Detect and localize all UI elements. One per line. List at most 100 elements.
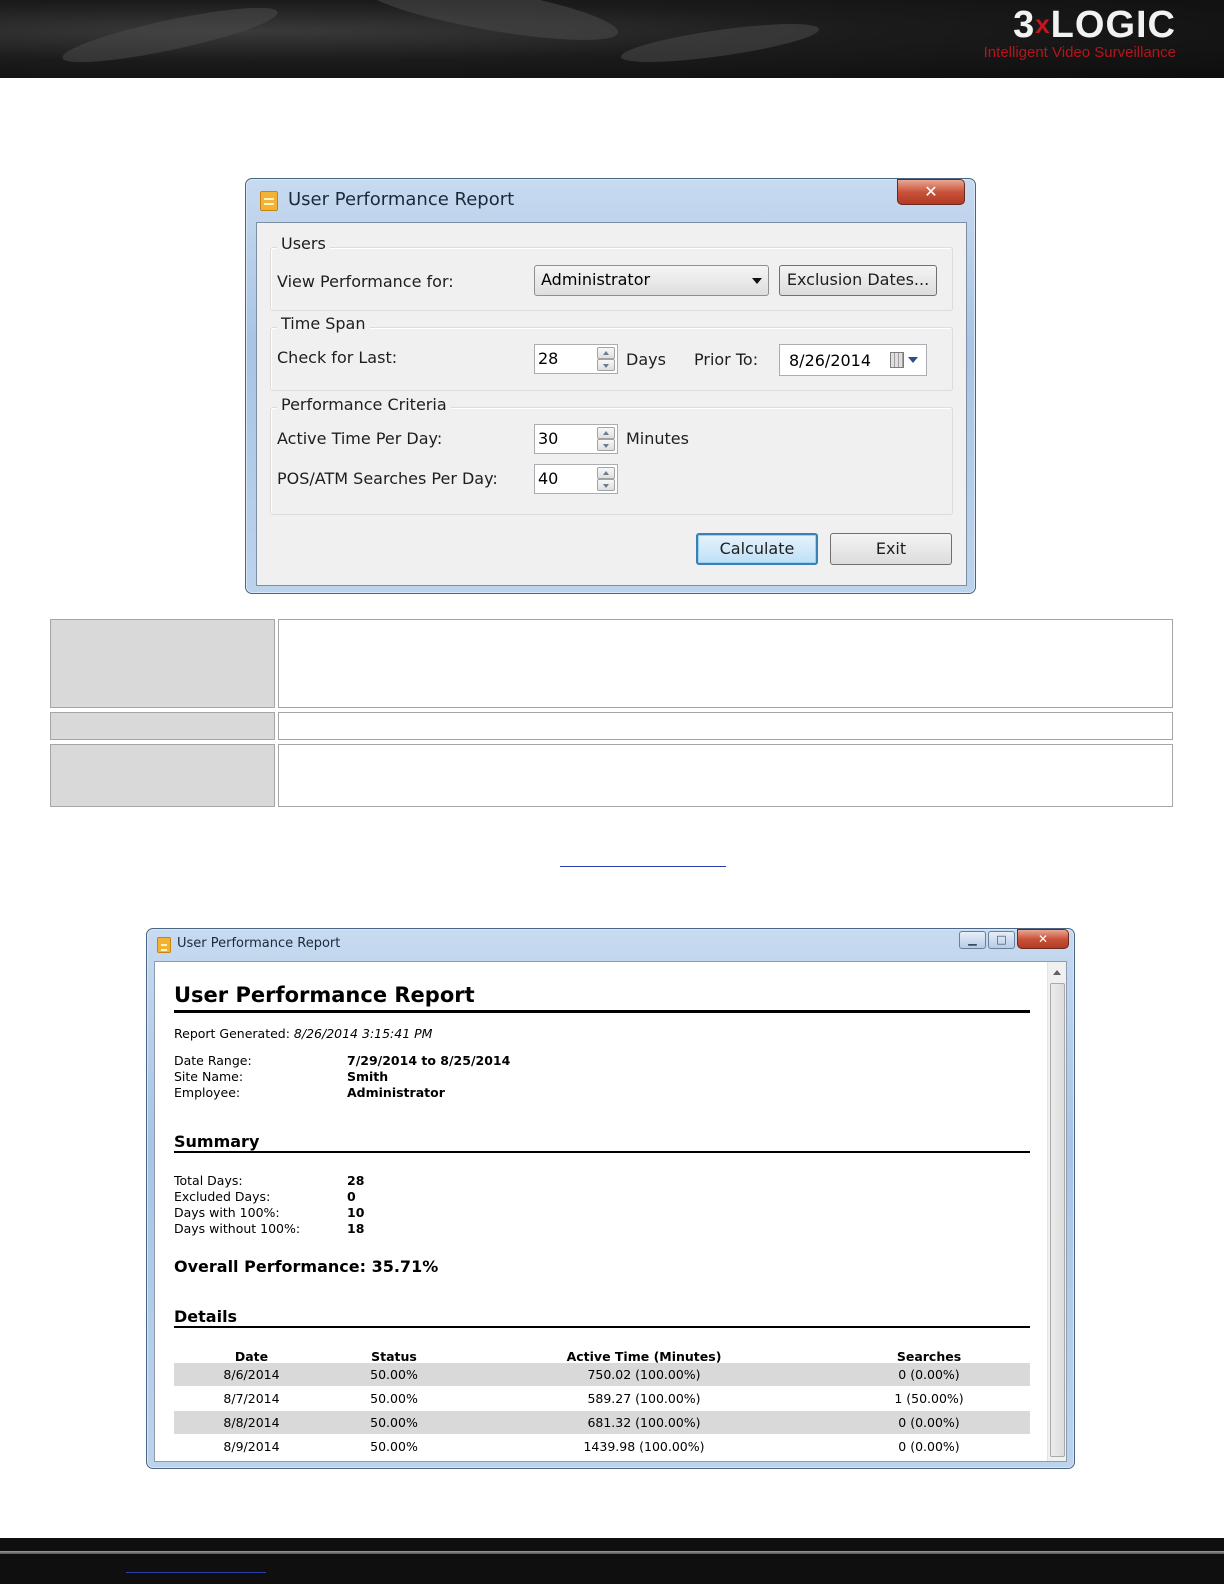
days-with-100-value: 10 (347, 1205, 365, 1220)
spin-up-icon[interactable] (597, 347, 615, 359)
info-table-key-cell (50, 712, 275, 740)
date-range-value: 7/29/2014 to 8/25/2014 (347, 1053, 511, 1068)
close-icon: ✕ (1037, 932, 1049, 946)
days-without-100-label: Days without 100%: (174, 1221, 301, 1236)
logo-tagline: Intelligent Video Surveillance (983, 44, 1176, 61)
overall-performance: Overall Performance: 35.71% (174, 1257, 439, 1276)
dialog-close-button[interactable]: ✕ (897, 179, 965, 205)
footer-link-underline[interactable] (126, 1572, 266, 1573)
report-result-window: User Performance Report ▁ □ ✕ User Perfo… (146, 928, 1075, 1469)
days-without-100-value: 18 (347, 1221, 365, 1236)
days-with-100-label: Days with 100%: (174, 1205, 280, 1220)
cell-searches: 1 (50.00%) (894, 1391, 964, 1406)
date-range-label: Date Range: (174, 1053, 252, 1068)
info-table-value-cell (278, 619, 1173, 708)
site-name-value: Smith (347, 1069, 389, 1084)
total-days-value: 28 (347, 1173, 365, 1188)
info-table-key-cell (50, 744, 275, 807)
cell-active-time: 750.02 (100.00%) (587, 1367, 701, 1382)
info-table-row (50, 744, 1173, 807)
user-select[interactable]: Administrator (534, 265, 769, 296)
scrollbar-thumb[interactable] (1050, 983, 1065, 1457)
cell-status: 50.00% (370, 1415, 418, 1430)
check-for-last-spinner[interactable]: 28 (534, 344, 618, 374)
details-rule (174, 1326, 1030, 1328)
column-header-date: Date (234, 1349, 269, 1364)
summary-rule (174, 1151, 1030, 1153)
pos-searches-value: 40 (538, 469, 559, 488)
view-performance-label: View Performance for: (277, 272, 454, 291)
spin-down-icon[interactable] (597, 479, 615, 491)
spin-up-icon[interactable] (597, 467, 615, 479)
report-close-button[interactable]: ✕ (1017, 929, 1069, 949)
calculate-button[interactable]: Calculate (696, 533, 818, 565)
info-table-key-cell (50, 619, 275, 708)
logo-wordmark: 3xLOGIC (1013, 4, 1176, 46)
excluded-days-value: 0 (347, 1189, 356, 1204)
user-select-value: Administrator (541, 270, 651, 289)
report-generated-value: 8/26/2014 3:15:41 PM (293, 1026, 433, 1041)
cell-searches: 0 (0.00%) (898, 1367, 960, 1382)
cell-status: 50.00% (370, 1367, 418, 1382)
cell-status: 50.00% (370, 1439, 418, 1454)
pos-searches-spinner[interactable]: 40 (534, 464, 618, 494)
employee-value: Administrator (347, 1085, 445, 1100)
info-table-value-cell (278, 744, 1173, 807)
banner-texture (59, 0, 281, 73)
prior-to-date-picker[interactable]: 8/26/2014 (779, 344, 927, 376)
maximize-button[interactable]: □ (988, 931, 1015, 949)
check-for-last-label: Check for Last: (277, 348, 398, 367)
spinner-buttons[interactable] (597, 427, 615, 451)
report-heading: User Performance Report (174, 983, 475, 1007)
table-row: 8/7/2014 50.00% 589.27 (100.00%) 1 (50.0… (174, 1387, 1030, 1410)
cell-searches: 0 (0.00%) (898, 1439, 960, 1454)
minimize-button[interactable]: ▁ (959, 931, 986, 949)
report-generated-label: Report Generated: (174, 1026, 290, 1041)
close-icon: ✕ (924, 182, 938, 201)
spin-down-icon[interactable] (597, 359, 615, 371)
pos-searches-label: POS/ATM Searches Per Day: (277, 469, 498, 488)
summary-heading: Summary (174, 1132, 260, 1151)
cell-active-time: 1439.98 (100.00%) (583, 1439, 705, 1454)
banner-texture (358, 0, 622, 53)
hyperlink-underline[interactable] (560, 866, 726, 867)
column-header-searches: Searches (896, 1349, 962, 1364)
spinner-buttons[interactable] (597, 347, 615, 371)
footer-rule (0, 1551, 1224, 1554)
site-name-label: Site Name: (174, 1069, 244, 1084)
report-app-icon (260, 191, 278, 211)
spin-down-icon[interactable] (597, 439, 615, 451)
minimize-icon: ▁ (968, 933, 977, 946)
cell-active-time: 589.27 (100.00%) (587, 1391, 701, 1406)
maximize-icon: □ (996, 933, 1007, 946)
date-dropdown-arrow-icon[interactable] (908, 357, 918, 363)
spinner-buttons[interactable] (597, 467, 615, 491)
info-table-value-cell (278, 712, 1173, 740)
exit-button[interactable]: Exit (830, 533, 952, 565)
performance-criteria-label: Performance Criteria (277, 395, 451, 414)
time-span-group-label: Time Span (277, 314, 370, 333)
report-content-area: User Performance Report Report Generated… (154, 961, 1067, 1462)
details-heading: Details (174, 1307, 238, 1326)
vertical-scrollbar[interactable] (1047, 962, 1066, 1461)
user-performance-report-dialog: User Performance Report ✕ Users View Per… (245, 178, 976, 594)
exclusion-dates-button[interactable]: Exclusion Dates... (779, 265, 937, 296)
cell-status: 50.00% (370, 1391, 418, 1406)
prior-to-date-value: 8/26/2014 (789, 351, 872, 370)
scroll-up-arrow-icon[interactable] (1053, 970, 1061, 975)
cell-searches: 0 (0.00%) (898, 1415, 960, 1430)
calendar-icon[interactable] (890, 352, 904, 368)
cell-date: 8/9/2014 (223, 1439, 280, 1454)
active-time-label: Active Time Per Day: (277, 429, 443, 448)
spin-up-icon[interactable] (597, 427, 615, 439)
active-time-spinner[interactable]: 30 (534, 424, 618, 454)
report-window-title: User Performance Report (177, 936, 341, 951)
minutes-unit-label: Minutes (626, 429, 689, 448)
users-group-label: Users (277, 234, 330, 253)
info-table-row (50, 619, 1173, 708)
cell-date: 8/8/2014 (223, 1415, 280, 1430)
banner-texture (619, 16, 821, 70)
page-footer-banner (0, 1538, 1224, 1584)
total-days-label: Total Days: (174, 1173, 243, 1188)
dropdown-arrow-icon (752, 278, 762, 284)
